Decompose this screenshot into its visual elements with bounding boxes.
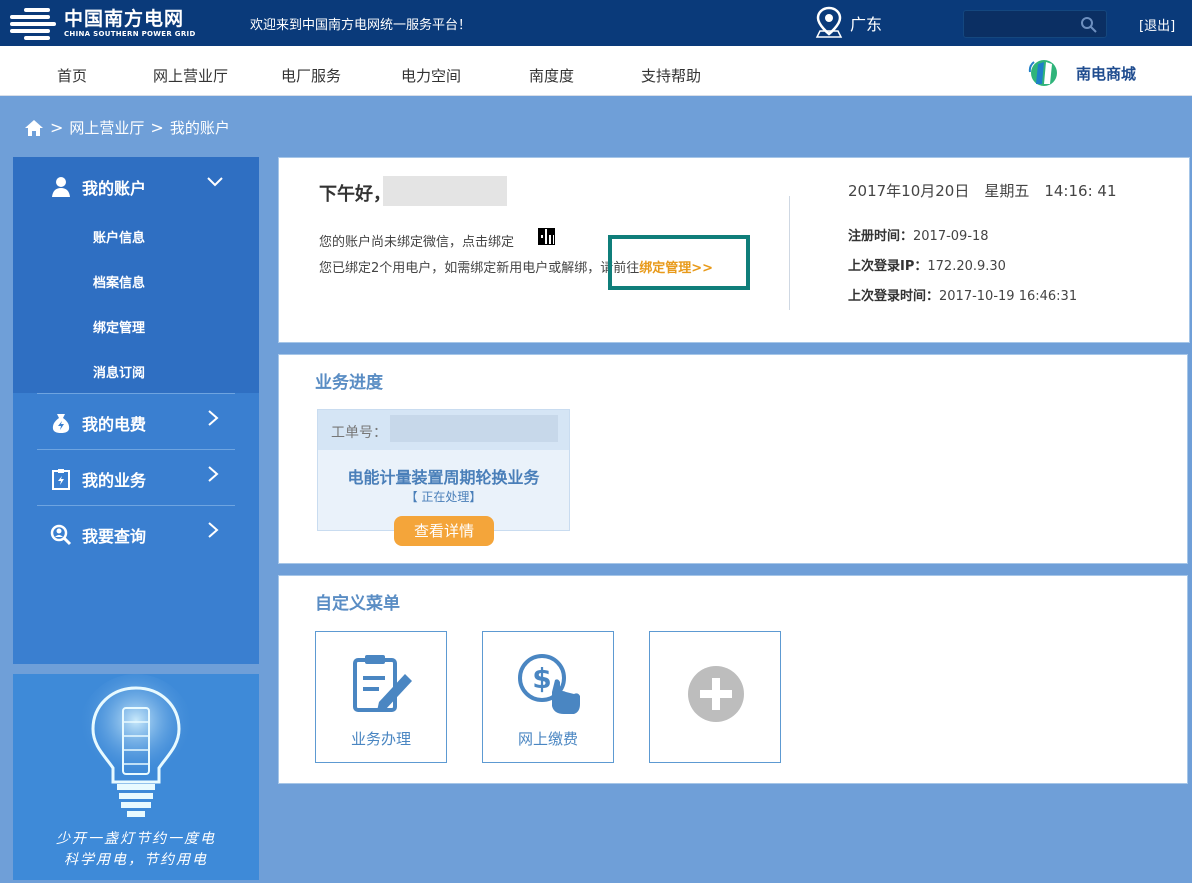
sidebar-item-query[interactable]: 我要查询 xyxy=(50,523,146,547)
sidebar-item-archive-info[interactable]: 档案信息 xyxy=(93,272,145,291)
breadcrumb-my-account: 我的账户 xyxy=(169,119,230,137)
user-icon xyxy=(52,177,70,197)
sidebar-bill-label: 我的电费 xyxy=(82,415,147,434)
energy-saving-banner[interactable]: 少开一盏灯节约一度电 科学用电，节约用电 xyxy=(13,674,259,880)
menu-tile-add[interactable] xyxy=(649,631,781,763)
logo-title: 中国南方电网 xyxy=(64,7,185,30)
wechat-bind-text: 您的账户尚未绑定微信，点击绑定 xyxy=(319,235,515,250)
tile-label: 业务办理 xyxy=(350,730,411,748)
welcome-text: 欢迎来到中国南方电网统一服务平台！ xyxy=(250,18,472,33)
chevron-right-icon[interactable] xyxy=(206,409,220,432)
sidebar-item-account-info[interactable]: 账户信息 xyxy=(93,227,145,246)
mall-logo-icon xyxy=(1028,60,1057,86)
sidebar-item-message-subscribe[interactable]: 消息订阅 xyxy=(93,362,145,381)
nav-help[interactable]: 支持帮助 xyxy=(641,65,701,86)
sidebar-account-label: 我的账户 xyxy=(82,179,147,198)
nav-nandudu[interactable]: 南度度 xyxy=(529,65,574,86)
breadcrumb-separator: > xyxy=(50,118,64,137)
tile-label: 网上缴费 xyxy=(517,730,578,748)
section-title: 自定义菜单 xyxy=(315,594,400,614)
chevron-down-icon[interactable] xyxy=(206,173,224,194)
order-name: 电能计量装置周期轮换业务 xyxy=(347,468,540,487)
dollar-pay-icon: $ xyxy=(518,654,580,714)
current-datetime: 2017年10月20日 星期五 14:16: 41 xyxy=(848,182,1117,200)
sidebar-query-label: 我要查询 xyxy=(82,527,147,546)
last-login-time: 上次登录时间：2017-10-19 16:46:31 xyxy=(848,285,1077,304)
logout-link[interactable]: [退出] xyxy=(1139,15,1175,34)
register-time-label: 注册时间： xyxy=(848,229,914,244)
divider xyxy=(37,505,235,506)
order-status: 【 正在处理】 xyxy=(405,490,482,504)
main-nav: 首页 网上营业厅 电厂服务 电力空间 南度度 支持帮助 南电商城 xyxy=(0,46,1192,96)
order-number-redacted xyxy=(390,415,558,442)
clipboard-edit-icon xyxy=(353,655,412,712)
order-number-label: 工单号： xyxy=(331,425,387,441)
chevron-right-icon[interactable] xyxy=(206,521,220,544)
last-login-ip: 上次登录IP：172.20.9.30 xyxy=(848,255,1006,274)
svg-text:$: $ xyxy=(532,662,551,695)
light-bulb-icon xyxy=(78,674,194,817)
search-user-icon xyxy=(50,524,72,546)
user-name-redacted xyxy=(383,176,507,206)
mall-link[interactable]: 南电商城 xyxy=(1028,58,1136,88)
greeting: 下午好， xyxy=(319,184,391,205)
search-icon[interactable] xyxy=(1080,16,1098,34)
register-time-value: 2017-09-18 xyxy=(913,229,989,244)
logo-subtitle: CHINA SOUTHERN POWER GRID xyxy=(64,29,196,38)
sidebar-item-my-account[interactable]: 我的账户 xyxy=(50,175,146,199)
add-icon[interactable] xyxy=(687,665,745,723)
logo-mark-icon xyxy=(10,6,56,40)
section-title: 业务进度 xyxy=(315,373,383,393)
sidebar-item-my-business[interactable]: 我的业务 xyxy=(50,467,146,491)
sidebar-item-my-bill[interactable]: 我的电费 xyxy=(50,411,146,435)
order-card[interactable]: 工单号： 电能计量装置周期轮换业务 【 正在处理】 xyxy=(317,409,570,531)
custom-menu-panel: 自定义菜单 业务办理 $ 网上缴费 xyxy=(278,575,1188,784)
sidebar-business-label: 我的业务 xyxy=(82,471,147,490)
bind-text: 您已绑定2个用电户，如需绑定新用电户或解绑，请前往 xyxy=(319,261,640,276)
sidebar: 我的账户 账户信息 档案信息 绑定管理 消息订阅 我的电费 我的业务 我要查询 xyxy=(13,157,259,664)
menu-tile-online-pay[interactable]: $ 网上缴费 xyxy=(482,631,614,763)
region-label: 广东 xyxy=(850,15,883,34)
breadcrumb: > 网上营业厅 > 我的账户 xyxy=(24,117,230,138)
home-icon[interactable] xyxy=(24,119,44,137)
register-time: 注册时间：2017-09-18 xyxy=(848,225,989,244)
sidebar-item-binding-manage[interactable]: 绑定管理 xyxy=(93,317,145,336)
nav-power-space[interactable]: 电力空间 xyxy=(401,65,461,86)
region-selector[interactable]: 广东 xyxy=(814,6,882,40)
mall-label: 南电商城 xyxy=(1076,64,1137,83)
welcome-panel: 下午好， 您的账户尚未绑定微信，点击绑定 您已绑定2个用电户，如需绑定新用电户或… xyxy=(278,157,1190,343)
breadcrumb-separator: > xyxy=(150,118,164,137)
nav-online-hall[interactable]: 网上营业厅 xyxy=(153,65,228,86)
chevron-right-icon[interactable] xyxy=(206,465,220,488)
business-progress-panel: 业务进度 工单号： 电能计量装置周期轮换业务 【 正在处理】 查看详情 xyxy=(278,354,1188,564)
nav-plant-service[interactable]: 电厂服务 xyxy=(281,65,341,86)
promo-slogan-1: 少开一盏灯节约一度电 xyxy=(56,831,216,847)
location-pin-icon xyxy=(815,6,843,38)
clipboard-icon xyxy=(52,469,70,490)
breadcrumb-online-hall[interactable]: 网上营业厅 xyxy=(69,117,144,138)
highlight-box xyxy=(608,235,750,290)
last-login-ip-label: 上次登录IP： xyxy=(848,259,928,274)
nav-home[interactable]: 首页 xyxy=(57,65,87,86)
last-login-time-label: 上次登录时间： xyxy=(848,289,940,304)
qr-code-icon[interactable] xyxy=(538,228,555,245)
promo-slogan-2: 科学用电，节约用电 xyxy=(64,852,208,868)
last-login-time-value: 2017-10-19 16:46:31 xyxy=(939,289,1078,304)
top-bar: 中国南方电网 CHINA SOUTHERN POWER GRID 欢迎来到中国南… xyxy=(0,0,1192,46)
divider xyxy=(789,196,790,310)
search-input[interactable] xyxy=(963,10,1107,38)
view-detail-button[interactable]: 查看详情 xyxy=(394,516,494,546)
last-login-ip-value: 172.20.9.30 xyxy=(927,259,1006,274)
money-bag-icon xyxy=(52,414,70,433)
logo[interactable]: 中国南方电网 CHINA SOUTHERN POWER GRID xyxy=(10,6,196,40)
divider xyxy=(37,449,235,450)
menu-tile-business[interactable]: 业务办理 xyxy=(315,631,447,763)
divider xyxy=(37,393,235,394)
